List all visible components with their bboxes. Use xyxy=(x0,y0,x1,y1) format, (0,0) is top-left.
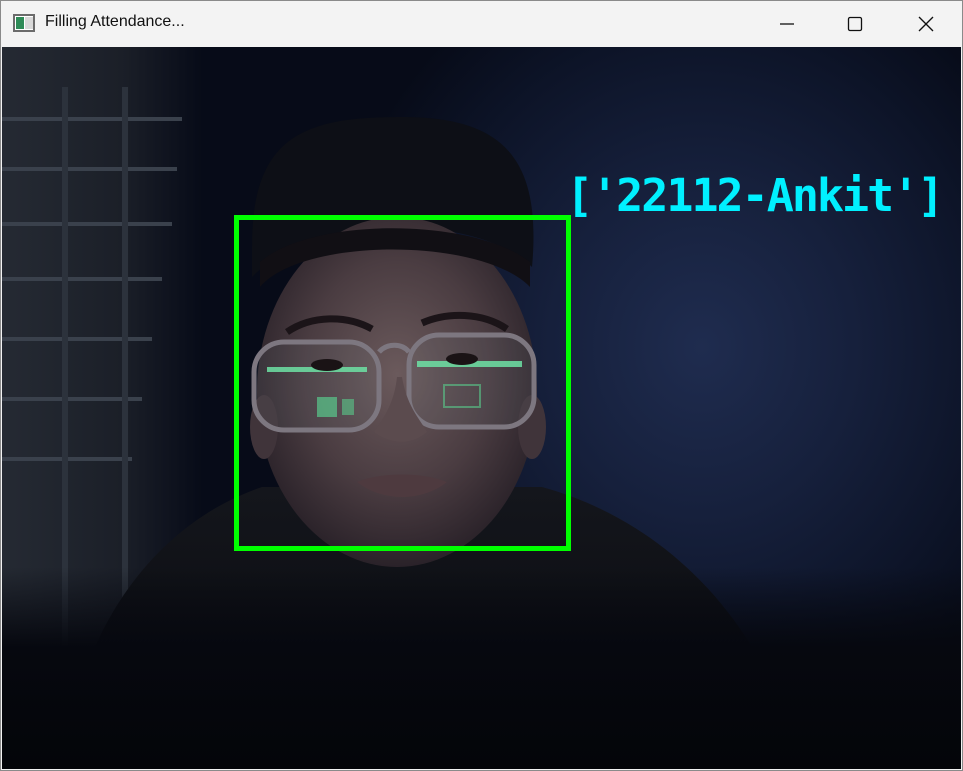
bottom-shadow xyxy=(2,567,961,769)
recognized-name-label: ['22112-Ankit'] xyxy=(566,169,944,222)
app-icon xyxy=(13,14,35,32)
maximize-icon xyxy=(847,16,863,32)
maximize-button[interactable] xyxy=(832,1,878,47)
close-button[interactable] xyxy=(903,1,949,47)
camera-feed: ['22112-Ankit'] xyxy=(2,47,961,769)
title-bar[interactable]: Filling Attendance... xyxy=(1,1,962,47)
close-icon xyxy=(918,16,934,32)
minimize-icon xyxy=(780,23,794,25)
window-title: Filling Attendance... xyxy=(45,13,185,30)
minimize-button[interactable] xyxy=(764,1,810,47)
attendance-window: Filling Attendance... ['22112-Ankit'] xyxy=(0,0,963,771)
face-detection-box xyxy=(234,215,571,551)
